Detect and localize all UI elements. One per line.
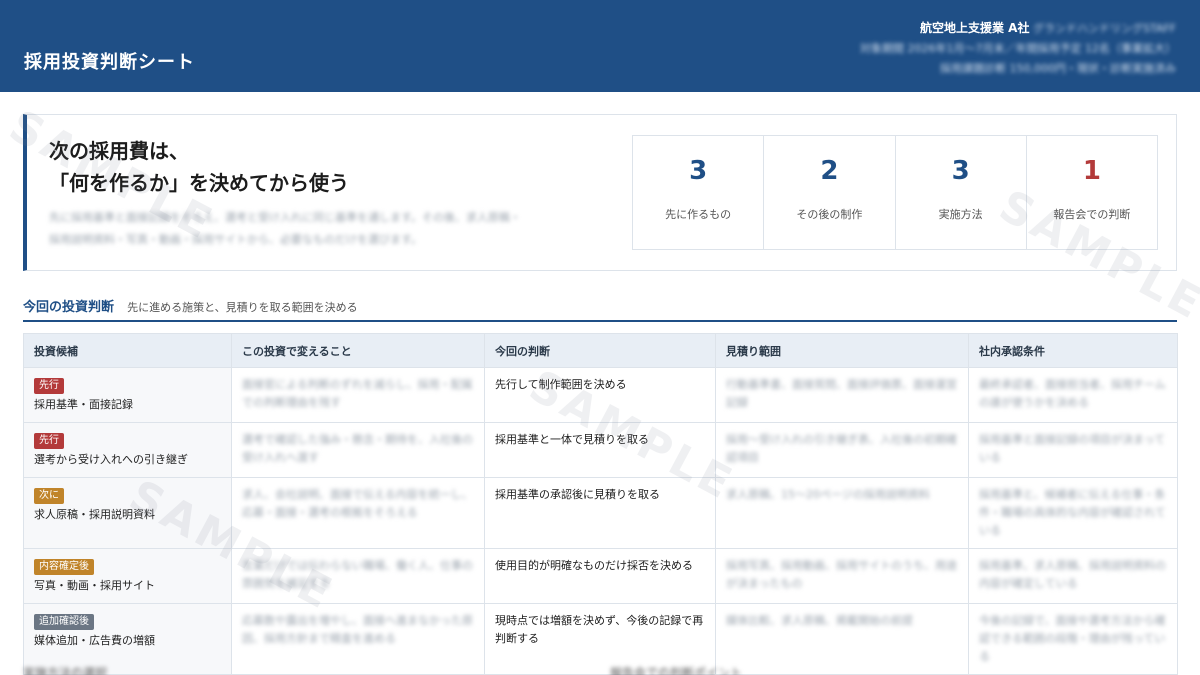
judgment-text: 採用基準の承認後に見積りを取る [495,488,660,501]
estimate-text: 採用写真、採用動画、採用サイトのうち、用途が決まったもの [726,559,957,590]
stat-cell: 3 先に作るもの [633,136,765,249]
stat-label: その後の制作 [796,208,863,221]
table-row: 追加確認後媒体追加・広告費の増額 応募数や露出を増やし、面接へ進まなかった原因、採… [23,603,1178,675]
stat-value: 3 [951,156,970,186]
candidate-cell: 先行採用基準・面接記録 [23,367,232,423]
table-row: 先行 選考から受け入れへの引き継ぎ 選考で確認した強み・懸念・期待を、入社後の受け入… [23,422,1178,478]
stat-label: 報告会での判断 [1053,208,1131,221]
judgment-cell: 採用基準の承認後に見積りを取る [484,477,716,549]
table-row: 内容確定後 写真・動画・採用サイト 言葉だけでは伝わらない職場、働く人、仕事の雰囲気… [23,548,1178,604]
judgment-text: 採用基準と一体で見積りを取る [495,433,649,446]
stats-box: 3 先に作るもの 2 その後の制作 3 実施方法 1 報告会での判断 [632,135,1158,250]
stat-value: 1 [1082,156,1101,186]
heading-line-1: 次の採用費は、 [49,139,189,163]
section-title: 今回の投資判断 [23,300,115,315]
judgment-text: 使用目的が明確なものだけ採否を決める [495,559,693,572]
stat-cell: 1 報告会での判断 [1027,136,1157,249]
judgment-cell: 使用目的が明確なものだけ採否を決める [484,548,716,604]
stat-label: 実施方法 [938,208,983,221]
judgment-text: 先行して制作範囲を決める [495,378,627,391]
estimate-cell: 媒体比較、求人原稿、掲載開始の前提 [715,603,969,675]
estimate-text: 行動基準書、面接質問、面接評価票、面接運営記録 [726,378,957,409]
table-row: 先行 採用基準・面接記録 面接官による判断のずれを減らし、採用・配属での判断理由を残… [23,367,1178,423]
estimate-text: 採用〜受け入れの引き継ぎ表、入社後の初期確認項目 [726,433,957,464]
column-header: 見積り範囲 [715,333,969,368]
approval-text: 今後の記録で、面接や選考方法から確認できる範囲の段階・理由が残っている [979,614,1166,663]
desc-line-2: 採用説明資料・写真・動画・採用サイトから、必要なものだけを選びます。 [49,233,422,246]
meta-diagnosis: 採用課題診断 150,000円・現状・診断実施済み [940,62,1176,75]
column-header: 今回の判断 [484,333,716,368]
estimate-text: 求人原稿、15〜20ページの採用説明資料 [726,488,930,501]
candidate-name: 写真・動画・採用サイト [34,579,155,592]
candidate-name: 媒体追加・広告費の増額 [34,634,155,647]
candidate-name: 採用基準・面接記録 [34,398,133,411]
page-title: 採用投資判断シート [24,52,195,73]
change-text: 求人、会社説明、面接で伝える内容を統一し、応募・面接・選考の根拠をそろえる [242,488,473,519]
meta-period: 対象期間 2026年1月〜7月末／年間採用予定 12名（事業拡大） [860,42,1176,55]
change-cell: 応募数や露出を増やし、面接へ進まなかった原因、採用方針まで精査を進める [231,603,485,675]
estimate-cell: 採用〜受け入れの引き継ぎ表、入社後の初期確認項目 [715,422,969,478]
approval-cell: 採用基準、求人原稿、採用説明資料の内容が確定している [968,548,1178,604]
summary-heading: 次の採用費は、 「何を作るか」を決めてから使う [49,135,349,199]
priority-badge: 先行 [34,378,64,394]
change-text: 選考で確認した強み・懸念・期待を、入社後の受け入れへ渡す [242,433,473,464]
change-cell: 言葉だけでは伝わらない職場、働く人、仕事の雰囲気を補足する [231,548,485,604]
candidate-cell: 次に求人原稿・採用説明資料 [23,477,232,549]
priority-badge: 追加確認後 [34,614,94,630]
candidate-name: 求人原稿・採用説明資料 [34,508,155,521]
heading-line-2: 「何を作るか」を決めてから使う [49,171,349,195]
column-header: 社内承認条件 [968,333,1178,368]
candidate-cell: 内容確定後写真・動画・採用サイト [23,548,232,604]
table-header-row: 投資候補 この投資で変えること 今回の判断 見積り範囲 社内承認条件 [23,333,1178,368]
candidate-cell: 先行選考から受け入れへの引き継ぎ [23,422,232,478]
stat-cell: 2 その後の制作 [764,136,896,249]
approval-cell: 今後の記録で、面接や選考方法から確認できる範囲の段階・理由が残っている [968,603,1178,675]
desc-line-1: 先に採用基準と面接記録をそろえ、選考と受け入れに同じ基準を通します。その後、求人… [49,211,521,224]
approval-text: 採用基準と面接記録の項目が決まっている [979,433,1166,464]
judgment-text: 現時点では増額を決めず、今後の記録で再判断する [495,614,704,645]
investment-table: 投資候補 この投資で変えること 今回の判断 見積り範囲 社内承認条件 先行採用基… [23,333,1178,675]
table-row: 次に 求人原稿・採用説明資料 求人、会社説明、面接で伝える内容を統一し、応募・面接・… [23,477,1178,549]
stat-label: 先に作るもの [665,208,732,221]
company-name: 航空地上支援業 A社 [920,21,1030,35]
change-cell: 求人、会社説明、面接で伝える内容を統一し、応募・面接・選考の根拠をそろえる [231,477,485,549]
stat-value: 2 [820,156,839,186]
estimate-cell: 求人原稿、15〜20ページの採用説明資料 [715,477,969,549]
column-header: この投資で変えること [231,333,485,368]
approval-text: 最終承認者、面接担当者、採用チームの誰が使うかを決める [979,378,1166,409]
company-sub: グランドハンドリングSTAFF [1032,22,1176,35]
priority-badge: 先行 [34,433,64,449]
change-text: 言葉だけでは伝わらない職場、働く人、仕事の雰囲気を補足する [242,559,473,590]
change-cell: 選考で確認した強み・懸念・期待を、入社後の受け入れへ渡す [231,422,485,478]
next-section-left: 実施方法の選択 [23,666,108,675]
estimate-text: 媒体比較、求人原稿、掲載開始の前提 [726,614,913,627]
page-header: 採用投資判断シート 航空地上支援業 A社 グランドハンドリングSTAFF 対象期… [0,0,1200,92]
column-header: 投資候補 [23,333,232,368]
estimate-cell: 採用写真、採用動画、採用サイトのうち、用途が決まったもの [715,548,969,604]
next-section-right: 報告会での判断ポイント [610,666,743,675]
stat-value: 3 [689,156,708,186]
priority-badge: 内容確定後 [34,559,94,575]
candidate-name: 選考から受け入れへの引き継ぎ [34,453,188,466]
change-text: 面接官による判断のずれを減らし、採用・配属での判断理由を残す [242,378,473,409]
approval-text: 採用基準、求人原稿、採用説明資料の内容が確定している [979,559,1166,590]
judgment-cell: 先行して制作範囲を決める [484,367,716,423]
approval-cell: 採用基準と、候補者に伝える仕事・条件・職場の具体的な内容が確認されている [968,477,1178,549]
change-text: 応募数や露出を増やし、面接へ進まなかった原因、採用方針まで精査を進める [242,614,473,645]
approval-text: 採用基準と、候補者に伝える仕事・条件・職場の具体的な内容が確認されている [979,488,1166,537]
change-cell: 面接官による判断のずれを減らし、採用・配属での判断理由を残す [231,367,485,423]
priority-badge: 次に [34,488,64,504]
summary-description: 先に採用基準と面接記録をそろえ、選考と受け入れに同じ基準を通します。その後、求人… [49,207,609,251]
approval-cell: 最終承認者、面接担当者、採用チームの誰が使うかを決める [968,367,1178,423]
section-subtitle: 先に進める施策と、見積りを取る範囲を決める [127,301,358,314]
estimate-cell: 行動基準書、面接質問、面接評価票、面接運営記録 [715,367,969,423]
approval-cell: 採用基準と面接記録の項目が決まっている [968,422,1178,478]
judgment-cell: 採用基準と一体で見積りを取る [484,422,716,478]
summary-panel: 次の採用費は、 「何を作るか」を決めてから使う 先に採用基準と面接記録をそろえ、… [23,114,1177,271]
stat-cell: 3 実施方法 [896,136,1027,249]
header-meta: 航空地上支援業 A社 グランドハンドリングSTAFF 対象期間 2026年1月〜… [860,18,1176,79]
section-header: 今回の投資判断 先に進める施策と、見積りを取る範囲を決める [23,296,1177,322]
